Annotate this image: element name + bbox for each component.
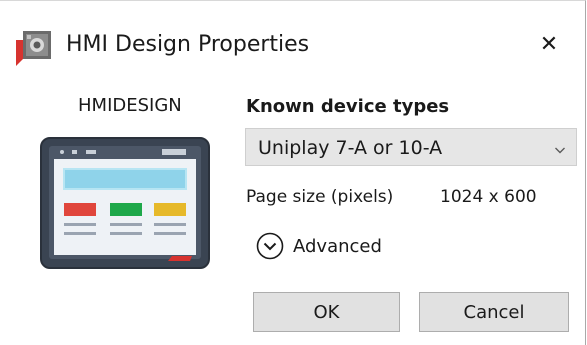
- page-size-value: 1024 x 600: [440, 187, 537, 207]
- advanced-expander[interactable]: Advanced: [256, 231, 382, 261]
- dialog-title: HMI Design Properties: [66, 32, 310, 57]
- hmi-design-properties-dialog: HMI Design Properties ✕ HMIDESIGN Known …: [0, 0, 586, 345]
- device-type-select[interactable]: Uniplay 7-A or 10-A: [245, 128, 577, 166]
- cancel-button[interactable]: Cancel: [419, 292, 569, 332]
- chevron-down-icon: [554, 141, 566, 154]
- device-type-selected-value: Uniplay 7-A or 10-A: [258, 137, 443, 159]
- ok-button[interactable]: OK: [253, 292, 400, 332]
- page-size-label: Page size (pixels): [246, 187, 394, 207]
- hmi-panel-illustration: [40, 137, 210, 269]
- hmi-app-icon: [14, 28, 54, 68]
- close-button[interactable]: ✕: [528, 23, 570, 65]
- device-name: HMIDESIGN: [78, 95, 182, 116]
- close-icon: ✕: [539, 31, 559, 57]
- known-device-types-heading: Known device types: [246, 96, 450, 117]
- advanced-label: Advanced: [293, 235, 382, 257]
- expand-circle-icon: [256, 232, 284, 260]
